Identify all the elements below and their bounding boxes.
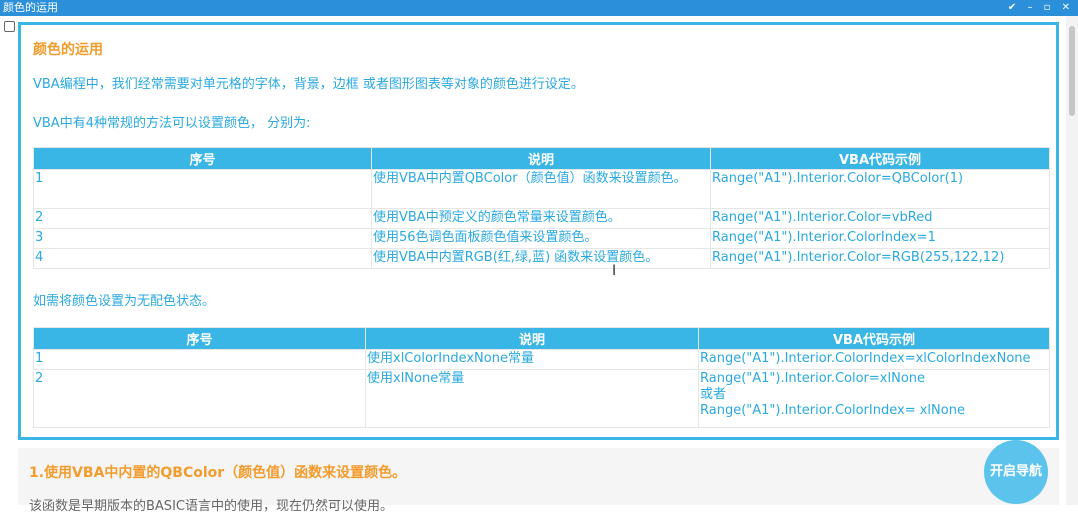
table-header-row: 序号 说明 VBA代码示例 bbox=[33, 327, 1050, 350]
cell-code: Range("A1").Interior.Color=QBColor(1) bbox=[710, 169, 1050, 209]
table-row: 1 使用VBA中内置QBColor（颜色值）函数来设置颜色。 Range("A1… bbox=[33, 169, 1050, 209]
cell-code: Range("A1").Interior.Color=vbRed bbox=[710, 208, 1050, 229]
code-line: Range("A1").Interior.Color=xlNone bbox=[700, 371, 926, 386]
cell-code: Range("A1").Interior.Color=xlNone 或者 Ran… bbox=[698, 369, 1050, 428]
header-code: VBA代码示例 bbox=[698, 327, 1050, 350]
table-row: 1 使用xlColorIndexNone常量 Range("A1").Inter… bbox=[33, 349, 1050, 370]
header-code: VBA代码示例 bbox=[710, 147, 1050, 170]
methods-intro-text: VBA中有4种常规的方法可以设置颜色， 分别为: bbox=[33, 116, 311, 131]
header-index: 序号 bbox=[33, 147, 372, 170]
cell-index: 4 bbox=[33, 248, 372, 269]
code-line: Range("A1").Interior.ColorIndex= xlNone bbox=[700, 403, 965, 418]
text-cursor-icon: I bbox=[612, 263, 617, 279]
cell-code: Range("A1").Interior.Color=RGB(255,122,1… bbox=[710, 248, 1050, 269]
table-row: 2 使用VBA中预定义的颜色常量来设置颜色。 Range("A1").Inter… bbox=[33, 208, 1050, 229]
cell-index: 1 bbox=[33, 169, 372, 209]
header-description: 说明 bbox=[371, 147, 711, 170]
open-navigation-button[interactable]: 开启导航 bbox=[984, 440, 1048, 504]
color-methods-table: 序号 说明 VBA代码示例 1 使用VBA中内置QBColor（颜色值）函数来设… bbox=[33, 147, 1050, 269]
header-description: 说明 bbox=[365, 327, 699, 350]
cell-code: Range("A1").Interior.ColorIndex=xlColorI… bbox=[698, 349, 1050, 370]
panel-heading: 颜色的运用 bbox=[33, 42, 103, 58]
cell-index: 3 bbox=[33, 228, 372, 249]
header-index: 序号 bbox=[33, 327, 366, 350]
cell-index: 1 bbox=[33, 349, 366, 370]
content-panel: 颜色的运用 VBA编程中，我们经常需要对单元格的字体，背景，边框 或者图形图表等… bbox=[18, 22, 1059, 440]
section-block: 1.使用VBA中内置的QBColor（颜色值）函数来设置颜色。 该函数是早期版本… bbox=[18, 448, 1059, 514]
toggle-checkbox[interactable] bbox=[4, 21, 15, 32]
cell-code: Range("A1").Interior.ColorIndex=1 bbox=[710, 228, 1050, 249]
code-line-or: 或者 bbox=[700, 387, 727, 402]
window-titlebar: 颜色的运用 ✔ – ▫ ✕ bbox=[0, 0, 1078, 16]
table-row: 2 使用xlNone常量 Range("A1").Interior.Color=… bbox=[33, 369, 1050, 428]
window-title: 颜色的运用 bbox=[3, 1, 58, 14]
cell-description: 使用VBA中内置RGB(红,绿,蓝) 函数来设置颜色。 bbox=[371, 248, 711, 269]
cell-description: 使用56色调色面板颜色值来设置颜色。 bbox=[371, 228, 711, 249]
scrollbar-thumb[interactable] bbox=[1069, 26, 1075, 116]
cell-description: 使用VBA中预定义的颜色常量来设置颜色。 bbox=[371, 208, 711, 229]
cell-description: 使用xlColorIndexNone常量 bbox=[365, 349, 699, 370]
cell-index: 2 bbox=[33, 369, 366, 428]
cell-index: 2 bbox=[33, 208, 372, 229]
table-header-row: 序号 说明 VBA代码示例 bbox=[33, 147, 1050, 170]
window-controls[interactable]: ✔ – ▫ ✕ bbox=[1008, 0, 1074, 16]
cell-description: 使用VBA中内置QBColor（颜色值）函数来设置颜色。 bbox=[371, 169, 711, 209]
intro-text: VBA编程中，我们经常需要对单元格的字体，背景，边框 或者图形图表等对象的颜色进… bbox=[33, 77, 584, 92]
table-row: 4 使用VBA中内置RGB(红,绿,蓝) 函数来设置颜色。 Range("A1"… bbox=[33, 248, 1050, 269]
none-color-intro-text: 如需将颜色设置为无配色状态。 bbox=[33, 294, 216, 309]
table-row: 3 使用56色调色面板颜色值来设置颜色。 Range("A1").Interio… bbox=[33, 228, 1050, 249]
section-heading: 1.使用VBA中内置的QBColor（颜色值）函数来设置颜色。 bbox=[29, 465, 407, 481]
no-color-table: 序号 说明 VBA代码示例 1 使用xlColorIndexNone常量 Ran… bbox=[33, 327, 1050, 428]
cell-description: 使用xlNone常量 bbox=[365, 369, 699, 428]
vertical-scrollbar[interactable] bbox=[1066, 16, 1078, 505]
